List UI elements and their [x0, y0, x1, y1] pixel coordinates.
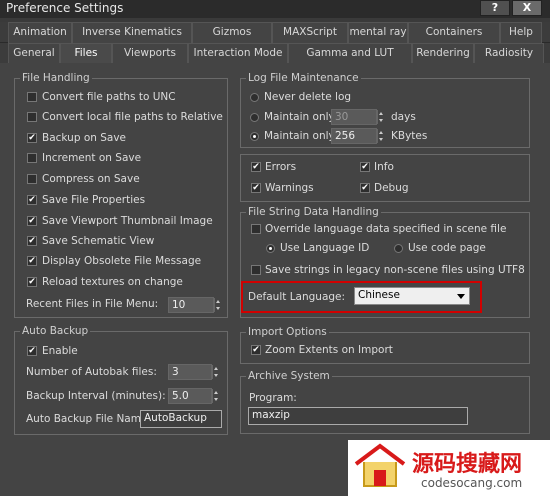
maintain-days-label: Maintain only — [264, 111, 335, 123]
tab-help[interactable]: Help — [500, 22, 542, 43]
house-logo-icon — [354, 443, 406, 487]
backup-filename-label: Auto Backup File Name: — [26, 413, 151, 425]
tab-interaction-mode[interactable]: Interaction Mode — [188, 43, 288, 64]
override-language-checkbox[interactable] — [251, 224, 261, 234]
file-string-title: File String Data Handling — [246, 206, 381, 218]
log-maintenance-title: Log File Maintenance — [246, 72, 361, 84]
tab-general[interactable]: General — [8, 43, 60, 64]
days-input[interactable]: 30 — [331, 109, 377, 125]
reload-textures-checkbox[interactable]: ✔ — [27, 277, 37, 287]
autobak-files-input[interactable]: 3 — [168, 364, 212, 380]
tab-row-top: Animation Inverse Kinematics Gizmos MAXS… — [0, 22, 550, 43]
relative-checkbox[interactable] — [27, 112, 37, 122]
errors-label: Errors — [265, 161, 297, 173]
auto-backup-title: Auto Backup — [20, 325, 91, 337]
maintain-kbytes-label: Maintain only — [264, 130, 335, 142]
backup-save-label: Backup on Save — [42, 132, 127, 144]
kbytes-spinner[interactable] — [377, 129, 384, 143]
backup-interval-input[interactable]: 5.0 — [168, 388, 212, 404]
chevron-down-icon — [457, 294, 465, 299]
default-language-select[interactable]: Chinese — [354, 287, 470, 305]
use-language-id-label: Use Language ID — [280, 242, 370, 254]
maintain-kbytes-radio[interactable] — [250, 132, 259, 141]
save-properties-label: Save File Properties — [42, 194, 146, 206]
save-properties-checkbox[interactable]: ✔ — [27, 195, 37, 205]
close-button[interactable]: X — [512, 0, 542, 16]
tab-containers[interactable]: Containers — [408, 22, 500, 43]
watermark-url: codesocang.com — [421, 476, 523, 490]
tab-viewports[interactable]: Viewports — [112, 43, 188, 64]
tab-maxscript[interactable]: MAXScript — [272, 22, 348, 43]
tab-radiosity[interactable]: Radiosity — [474, 43, 544, 64]
info-label: Info — [374, 161, 394, 173]
kbytes-unit-label: KBytes — [391, 130, 428, 142]
zoom-extents-checkbox[interactable]: ✔ — [251, 345, 261, 355]
warnings-checkbox[interactable]: ✔ — [251, 183, 261, 193]
autobak-files-spinner[interactable] — [212, 365, 219, 379]
use-code-page-radio[interactable] — [394, 244, 403, 253]
backup-interval-label: Backup Interval (minutes): — [26, 390, 166, 402]
tab-mental-ray[interactable]: mental ray — [348, 22, 408, 43]
backup-interval-spinner[interactable] — [212, 389, 219, 403]
reload-textures-label: Reload textures on change — [42, 276, 183, 288]
archive-program-input[interactable]: maxzip — [248, 407, 468, 425]
save-thumbnail-label: Save Viewport Thumbnail Image — [42, 215, 213, 227]
days-unit-label: days — [391, 111, 416, 123]
recent-files-input[interactable]: 10 — [168, 297, 214, 313]
archive-system-title: Archive System — [246, 370, 332, 382]
default-language-value: Chinese — [358, 289, 400, 301]
backup-filename-input[interactable]: AutoBackup — [140, 410, 222, 428]
never-delete-label: Never delete log — [264, 91, 352, 103]
relative-label: Convert local file paths to Relative — [42, 111, 223, 123]
help-button[interactable]: ? — [480, 0, 510, 16]
default-language-label: Default Language: — [248, 291, 346, 303]
save-schematic-checkbox[interactable]: ✔ — [27, 236, 37, 246]
use-language-id-radio[interactable] — [266, 244, 275, 253]
maintain-days-radio[interactable] — [250, 113, 259, 122]
debug-checkbox[interactable]: ✔ — [360, 183, 370, 193]
legacy-utf8-checkbox[interactable] — [251, 265, 261, 275]
watermark-brand: 源码搜藏网 — [412, 452, 523, 477]
auto-backup-enable-label: Enable — [42, 345, 78, 357]
recent-files-label: Recent Files in File Menu: — [26, 298, 159, 310]
legacy-utf8-label: Save strings in legacy non-scene files u… — [265, 264, 525, 276]
debug-label: Debug — [374, 182, 409, 194]
archive-program-label: Program: — [249, 392, 297, 404]
unc-label: Convert file paths to UNC — [42, 91, 176, 103]
obsolete-message-checkbox[interactable]: ✔ — [27, 256, 37, 266]
backup-save-checkbox[interactable]: ✔ — [27, 133, 37, 143]
tab-inverse-kinematics[interactable]: Inverse Kinematics — [72, 22, 192, 43]
recent-files-spinner[interactable] — [214, 298, 221, 312]
file-handling-title: File Handling — [20, 72, 92, 84]
use-code-page-label: Use code page — [408, 242, 486, 254]
tab-animation[interactable]: Animation — [8, 22, 72, 43]
save-schematic-label: Save Schematic View — [42, 235, 155, 247]
kbytes-input[interactable]: 256 — [331, 128, 377, 144]
days-spinner[interactable] — [377, 110, 384, 124]
obsolete-message-label: Display Obsolete File Message — [42, 255, 202, 267]
save-thumbnail-checkbox[interactable]: ✔ — [27, 216, 37, 226]
info-checkbox[interactable]: ✔ — [360, 162, 370, 172]
autobak-files-label: Number of Autobak files: — [26, 366, 157, 378]
increment-save-label: Increment on Save — [42, 152, 142, 164]
window-title: Preference Settings — [6, 1, 124, 15]
tab-rendering[interactable]: Rendering — [412, 43, 474, 64]
import-options-title: Import Options — [246, 326, 329, 338]
errors-checkbox[interactable]: ✔ — [251, 162, 261, 172]
increment-save-checkbox[interactable] — [27, 153, 37, 163]
compress-save-checkbox[interactable] — [27, 174, 37, 184]
override-language-label: Override language data specified in scen… — [265, 223, 507, 235]
unc-checkbox[interactable] — [27, 92, 37, 102]
tab-gamma-and-lut[interactable]: Gamma and LUT — [288, 43, 412, 64]
tab-row-bottom: General Files Viewports Interaction Mode… — [0, 43, 550, 64]
auto-backup-enable-checkbox[interactable]: ✔ — [27, 346, 37, 356]
zoom-extents-label: Zoom Extents on Import — [265, 344, 393, 356]
archive-system-group — [240, 376, 530, 434]
never-delete-radio[interactable] — [250, 93, 259, 102]
tab-files[interactable]: Files — [60, 43, 112, 64]
warnings-label: Warnings — [265, 182, 314, 194]
compress-save-label: Compress on Save — [42, 173, 140, 185]
tab-gizmos[interactable]: Gizmos — [192, 22, 272, 43]
